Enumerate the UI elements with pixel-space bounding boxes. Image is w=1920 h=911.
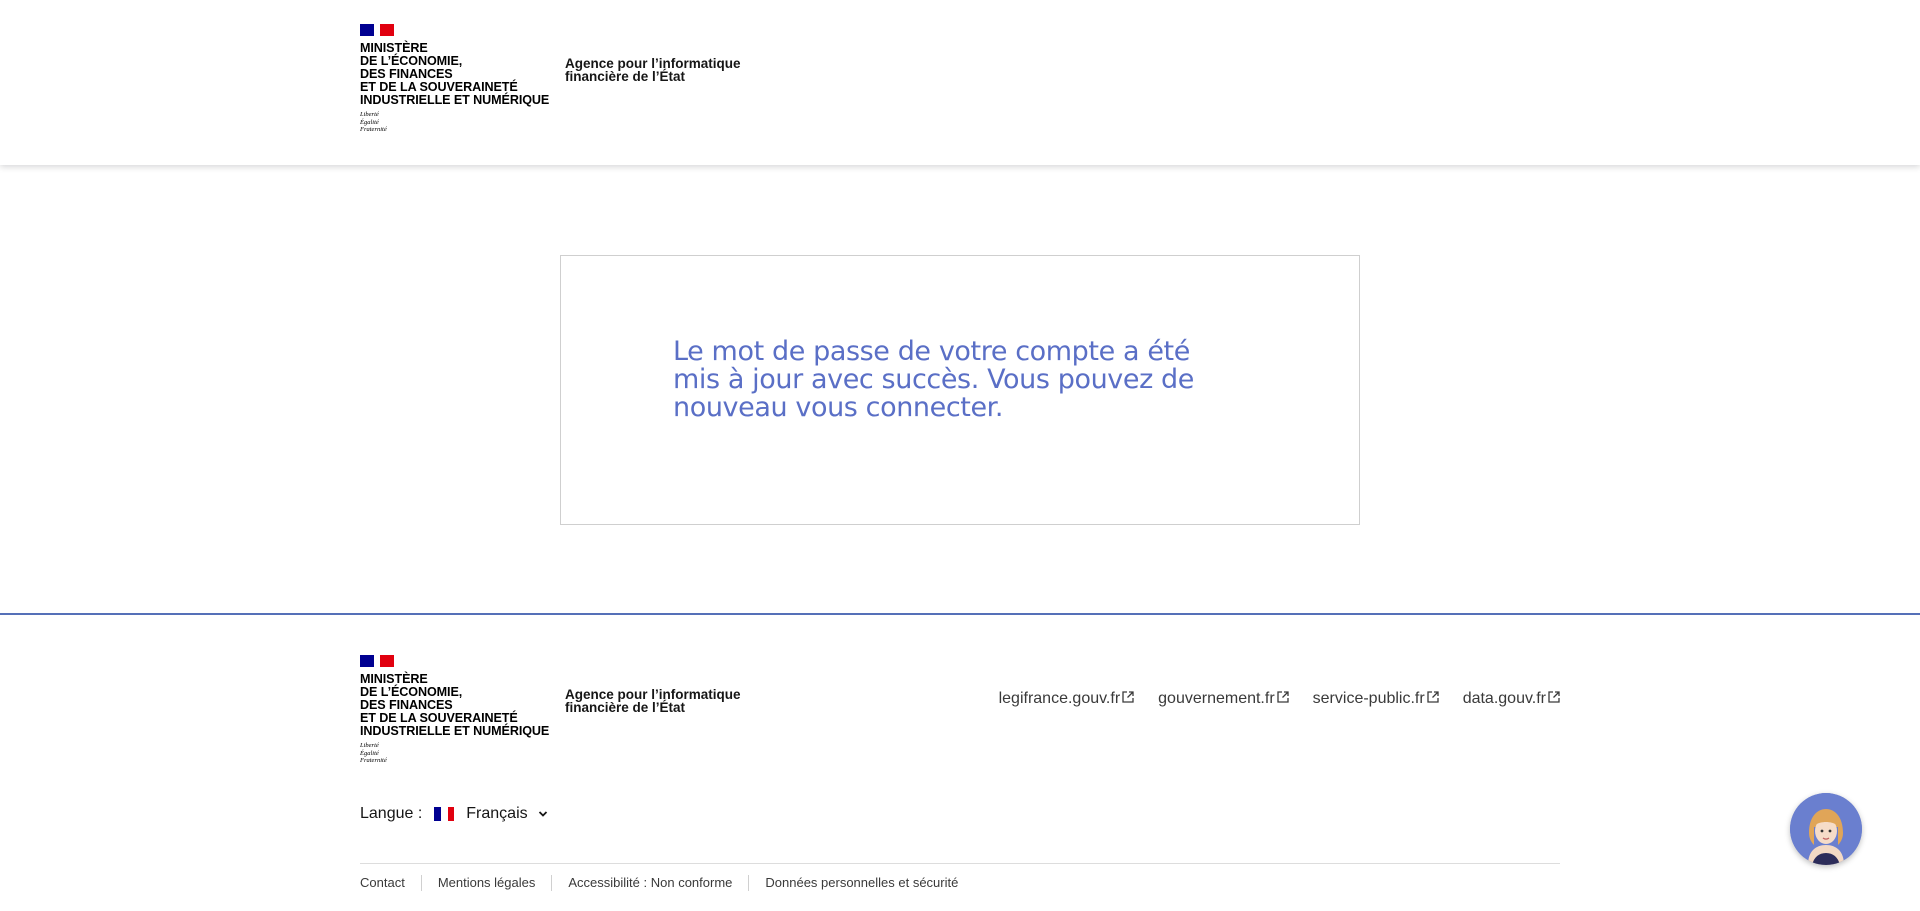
success-message-card: Le mot de passe de votre compte a été mi…	[560, 255, 1360, 525]
site-footer: MINISTÈRE DE L’ÉCONOMIE, DES FINANCES ET…	[0, 613, 1920, 911]
link-personal-data[interactable]: Données personnelles et sécurité	[748, 875, 974, 891]
footer-ministry-name: MINISTÈRE DE L’ÉCONOMIE, DES FINANCES ET…	[360, 672, 550, 738]
footer-agency-name: Agence pour l’informatique financière de…	[565, 687, 741, 715]
link-legal-notice[interactable]: Mentions légales	[420, 875, 552, 891]
footer-divider	[360, 863, 1560, 864]
footer-republic-motto: Liberté Égalité Fraternité	[360, 742, 387, 764]
link-label: legifrance.gouv.fr	[998, 690, 1121, 707]
footer-bottom-links: Contact Mentions légales Accessibilité :…	[360, 875, 974, 891]
footer-brand[interactable]: MINISTÈRE DE L’ÉCONOMIE, DES FINANCES ET…	[360, 655, 741, 765]
marianne-icon	[360, 655, 394, 667]
footer-ministry-logo[interactable]: MINISTÈRE DE L’ÉCONOMIE, DES FINANCES ET…	[360, 655, 560, 765]
link-label: gouvernement.fr	[1158, 690, 1275, 707]
language-selected: Français	[466, 805, 528, 822]
agency-name: Agence pour l’informatique financière de…	[565, 56, 741, 84]
external-link-icon	[1122, 691, 1134, 703]
external-link-icon	[1548, 691, 1560, 703]
link-legifrance[interactable]: legifrance.gouv.fr	[999, 690, 1135, 708]
language-select[interactable]: Français	[466, 805, 547, 823]
link-contact[interactable]: Contact	[360, 875, 421, 891]
assistant-avatar-icon	[1790, 793, 1862, 865]
chat-assistant-button[interactable]	[1790, 793, 1862, 865]
link-data-gouv[interactable]: data.gouv.fr	[1463, 690, 1560, 708]
link-accessibility[interactable]: Accessibilité : Non conforme	[551, 875, 748, 891]
french-flag-icon	[434, 807, 455, 821]
marianne-icon	[360, 24, 394, 36]
chevron-down-icon	[538, 811, 547, 817]
link-label: service-public.fr	[1312, 690, 1425, 707]
link-label: data.gouv.fr	[1462, 690, 1546, 707]
site-header: MINISTÈRE DE L’ÉCONOMIE, DES FINANCES ET…	[0, 0, 1920, 165]
ministry-name: MINISTÈRE DE L’ÉCONOMIE, DES FINANCES ET…	[360, 41, 550, 107]
success-message: Le mot de passe de votre compte a été mi…	[673, 336, 1194, 423]
link-service-public[interactable]: service-public.fr	[1313, 690, 1439, 708]
language-selector-row: Langue : Français	[360, 805, 548, 823]
ministry-logo[interactable]: MINISTÈRE DE L’ÉCONOMIE, DES FINANCES ET…	[360, 24, 560, 134]
link-gouvernement[interactable]: gouvernement.fr	[1158, 690, 1289, 708]
external-link-icon	[1427, 691, 1439, 703]
external-link-icon	[1277, 691, 1289, 703]
footer-external-links: legifrance.gouv.fr gouvernement.fr servi…	[999, 690, 1560, 708]
republic-motto: Liberté Égalité Fraternité	[360, 111, 387, 133]
header-brand[interactable]: MINISTÈRE DE L’ÉCONOMIE, DES FINANCES ET…	[360, 24, 741, 134]
language-label: Langue :	[360, 805, 423, 822]
